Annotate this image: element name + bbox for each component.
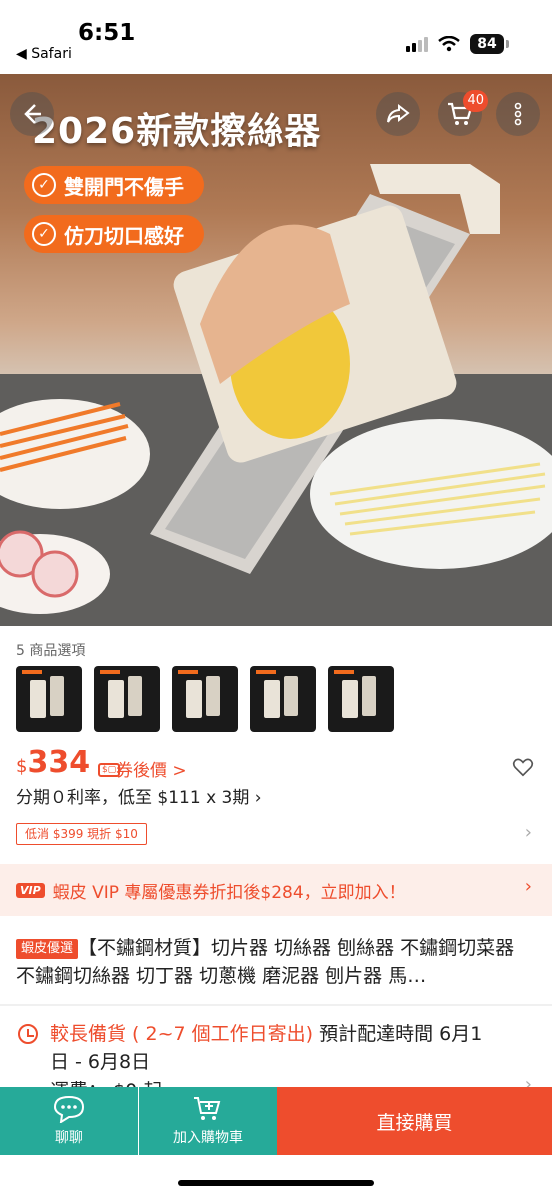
product-title-text: 【不鏽鋼材質】切片器 切絲器 刨絲器 不鏽鋼切菜器 不鏽鋼切絲器 切丁器 切蔥機… (16, 937, 515, 987)
chat-button[interactable]: 聊聊 (0, 1087, 138, 1155)
separator (138, 1087, 139, 1155)
back-button[interactable] (10, 92, 54, 136)
back-to-safari-link[interactable]: ◀ Safari (16, 46, 72, 62)
status-indicators: 84 (406, 34, 509, 54)
heart-icon[interactable] (512, 756, 534, 778)
cart-button[interactable]: 40 (438, 90, 488, 136)
share-arrow-icon (387, 103, 410, 123)
check-circle-icon: ✓ (32, 222, 56, 246)
vip-text: 蝦皮 VIP 專屬優惠券折扣後$284，立即加入！ (52, 882, 406, 903)
feature-pill: ✓ 雙開門不傷手 (24, 166, 204, 204)
variant-thumbnail[interactable] (16, 666, 82, 732)
feature-label: 雙開門不傷手 (64, 174, 184, 199)
clock-icon (18, 1024, 38, 1044)
shipping-info[interactable]: 較長備貨 ( 2~7 個工作日寄出) 預計配達時間 6月1日 - 6月8日 (50, 1020, 500, 1076)
preferred-badge: 蝦皮優選 (16, 939, 79, 959)
product-photo (0, 164, 552, 626)
chat-bubble-icon (53, 1095, 85, 1123)
hero-title: 2026新款擦絲器 (32, 111, 322, 152)
chat-label: 聊聊 (55, 1130, 83, 1146)
installment-info[interactable]: 分期０利率，低至 $111 x 3期 › (16, 783, 262, 808)
bottom-action-bar: 聊聊 加入購物車 直接購買 (0, 1087, 552, 1155)
home-indicator[interactable] (178, 1180, 374, 1186)
cart-count-badge: 40 (463, 90, 488, 112)
vip-banner[interactable]: VIP 蝦皮 VIP 專屬優惠券折扣後$284，立即加入！ (0, 864, 552, 916)
variant-thumbnails (16, 666, 394, 732)
safe-area (0, 1155, 552, 1200)
variant-thumbnail[interactable] (250, 666, 316, 732)
feature-pill: ✓ 仿刀切口感好 (24, 215, 204, 253)
variant-thumbnail[interactable] (328, 666, 394, 732)
product-image-carousel[interactable]: 2026新款擦絲器 ✓ 雙開門不傷手 ✓ 仿刀切口感好 40 (0, 74, 552, 626)
vip-badge: VIP (16, 882, 45, 898)
min-spend-voucher[interactable]: 低消 $399 現折 $10 (16, 823, 147, 845)
divider (0, 1004, 552, 1006)
variant-count-label: 5 商品選項 (16, 643, 86, 659)
price-value: 334 (27, 745, 91, 780)
chevron-right-icon[interactable]: › (525, 876, 532, 897)
arrow-left-icon (24, 104, 41, 124)
variant-thumbnail[interactable] (172, 666, 238, 732)
add-to-cart-label: 加入購物車 (173, 1130, 243, 1146)
more-vertical-icon (514, 102, 522, 126)
coupon-price-link[interactable]: 券後價 > (116, 756, 187, 781)
feature-label: 仿刀切口感好 (64, 223, 184, 248)
add-to-cart-icon (194, 1097, 221, 1120)
signal-icon (406, 37, 428, 52)
check-circle-icon: ✓ (32, 173, 56, 197)
price-currency: $ (16, 756, 28, 777)
variant-thumbnail[interactable] (94, 666, 160, 732)
share-button[interactable] (376, 92, 420, 136)
chevron-right-icon[interactable]: › (525, 822, 532, 843)
price: $ 334 $▢ (16, 745, 121, 780)
shipping-highlight: 較長備貨 ( 2~7 個工作日寄出) (50, 1023, 314, 1045)
add-to-cart-button[interactable]: 加入購物車 (139, 1087, 277, 1155)
status-time: 6:51 (78, 20, 136, 46)
product-title: 蝦皮優選 【不鏽鋼材質】切片器 切絲器 刨絲器 不鏽鋼切菜器 不鏽鋼切絲器 切丁器… (16, 934, 536, 990)
battery-icon: 84 (470, 34, 509, 54)
status-bar: 6:51 ◀ Safari 84 (0, 0, 552, 74)
wifi-icon (438, 36, 460, 52)
buy-now-button[interactable]: 直接購買 (277, 1087, 552, 1155)
more-options-button[interactable] (496, 92, 540, 136)
